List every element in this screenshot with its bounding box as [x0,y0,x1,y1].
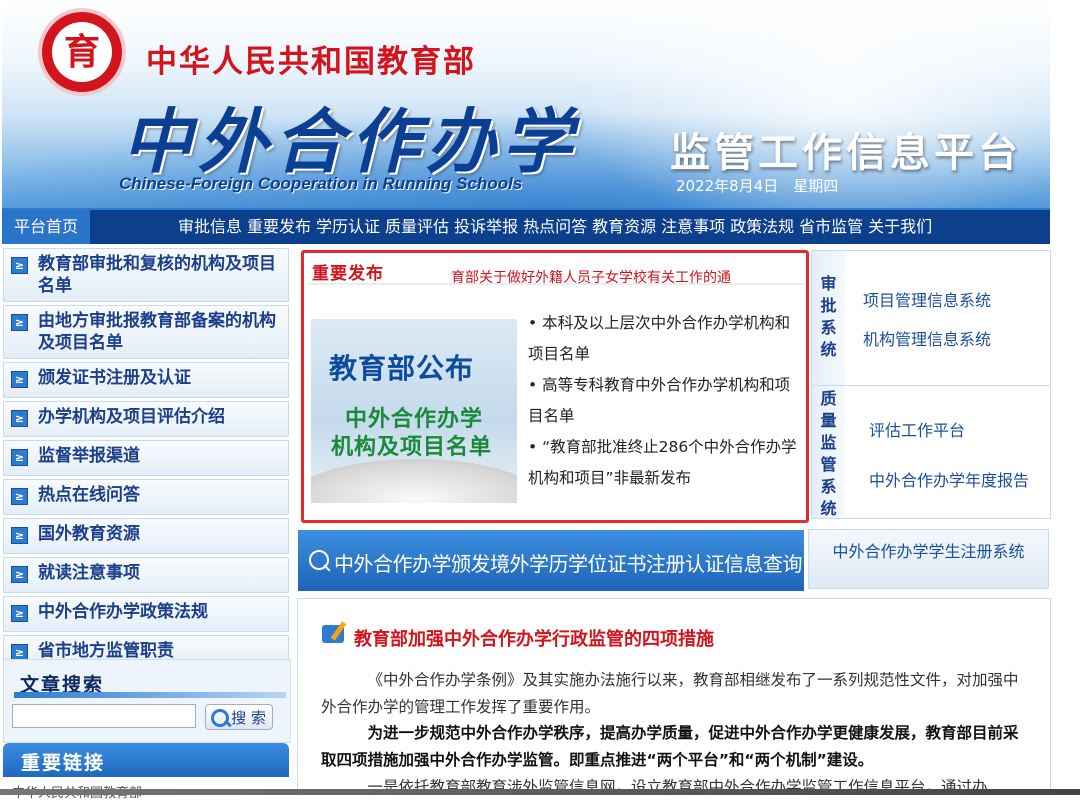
book-illustration [311,459,517,503]
approval-system-label: 审批系统 [812,251,845,385]
sidebar-item-certificate[interactable]: ≥ 颁发证书注册及认证 [3,362,289,398]
nav-item-policy[interactable]: 政策法规 [730,210,794,244]
release-marquee-link[interactable]: 育部关于做好外籍人员子女学校有关工作的通 [451,267,798,287]
sidebar-item-label: 监督举报渠道 [38,446,140,466]
sidebar-item-label: 就读注意事项 [38,563,140,583]
search-button[interactable]: 搜 索 [205,704,273,730]
important-links-header: 重要链接 [3,743,289,777]
arrow-bullet-icon: ≥ [11,410,28,427]
sidebar-item-label: 国外教育资源 [38,524,140,544]
important-release-panel: 重要发布 育部关于做好外籍人员子女学校有关工作的通 教育部公布 中外合作办学 机… [301,250,809,523]
article-search-panel: 文章搜索 搜 索 [3,659,291,743]
arrow-bullet-icon: ≥ [11,605,28,622]
sidebar-item-hot-qa[interactable]: ≥ 热点在线问答 [3,479,289,515]
sidebar-item-approved-list[interactable]: ≥ 教育部审批和复核的机构及项目名单 [3,248,289,302]
release-image-line1: 教育部公布 [329,352,475,385]
release-image-line3: 机构及项目名单 [331,435,493,460]
sidebar-item-label: 热点在线问答 [38,485,140,505]
arrow-bullet-icon: ≥ [11,566,28,583]
sidebar-item-label: 中外合作办学政策法规 [38,602,208,622]
platform-title: 监管工作信息平台 [670,130,1022,176]
sidebar-item-label: 由地方审批报教育部备案的机构及项目名单 [38,311,276,353]
ministry-name: 中华人民共和国教育部 [146,44,476,80]
nav-item-provincial[interactable]: 省市监管 [799,210,863,244]
sidebar-menu: ≥ 教育部审批和复核的机构及项目名单 ≥ 由地方审批报教育部备案的机构及项目名单… [3,248,289,674]
quality-system-label: 质量监管系统 [812,386,845,518]
release-banner-image[interactable]: 教育部公布 中外合作办学 机构及项目名单 [311,319,517,503]
nav-home[interactable]: 平台首页 [2,210,90,244]
important-links-title: 重要链接 [21,752,106,774]
arrow-bullet-icon: ≥ [11,371,28,388]
arrow-bullet-icon: ≥ [11,449,28,466]
sidebar-item-study-notes[interactable]: ≥ 就读注意事项 [3,557,289,593]
nav-item-certification[interactable]: 学历认证 [316,210,380,244]
article-paragraph: 一是依托教育部教育涉外监管信息网，设立教育部中外合作办学监管工作信息平台，通过办 [367,778,988,796]
article-paragraph-bold: 为进一步规范中外合作办学秩序，提高办学质量，促进中外合作办学更健康发展，教育部目… [321,724,1019,769]
nav-item-quality[interactable]: 质量评估 [385,210,449,244]
nav-item-approval[interactable]: 审批信息 [178,210,242,244]
ministry-emblem-icon[interactable]: 育 [42,12,122,92]
search-button-label: 搜 索 [231,709,266,727]
nav-item-about[interactable]: 关于我们 [868,210,932,244]
arrow-bullet-icon: ≥ [11,257,28,274]
approval-system-text: 审批系统 [820,274,837,359]
arrow-bullet-icon: ≥ [11,314,28,331]
nav-item-release[interactable]: 重要发布 [247,210,311,244]
release-link-vocational[interactable]: • 高等专科教育中外合作办学机构和项目名单 [528,370,804,432]
certificate-query-button[interactable]: 中外合作办学颁发境外学历学位证书注册认证信息查询 [298,530,804,591]
header-banner: 育 中华人民共和国教育部 中外合作办学 Chinese-Foreign Coop… [2,0,1050,208]
main-nav: 平台首页 审批信息 重要发布 学历认证 质量评估 投诉举报 热点问答 教育资源 … [2,208,1050,244]
student-registration-link[interactable]: 中外合作办学学生注册系统 [808,529,1049,589]
nav-item-notices[interactable]: 注意事项 [661,210,725,244]
sidebar-item-regulations[interactable]: ≥ 中外合作办学政策法规 [3,596,289,632]
sidebar-item-reporting[interactable]: ≥ 监督举报渠道 [3,440,289,476]
arrow-bullet-icon: ≥ [11,488,28,505]
quality-system-panel: 质量监管系统 评估工作平台 中外合作办学年度报告 [811,385,1051,519]
certificate-query-label: 中外合作办学颁发境外学历学位证书注册认证信息查询 [334,552,803,576]
featured-article: 教育部加强中外合作办学行政监管的四项措施 《中外合作办学条例》及其实施办法施行以… [297,598,1051,796]
sidebar-item-evaluation[interactable]: ≥ 办学机构及项目评估介绍 [3,401,289,437]
nav-items: 审批信息 重要发布 学历认证 质量评估 投诉举报 热点问答 教育资源 注意事项 … [178,210,932,244]
article-title[interactable]: 教育部加强中外合作办学行政监管的四项措施 [354,625,714,651]
annual-report-link[interactable]: 中外合作办学年度报告 [869,467,1029,491]
project-management-link[interactable]: 项目管理信息系统 [863,287,991,311]
institution-management-link[interactable]: 机构管理信息系统 [863,326,991,350]
sidebar-item-label: 办学机构及项目评估介绍 [38,407,225,427]
emblem-glyph: 育 [63,31,100,73]
article-paragraph: 《中外合作办学条例》及其实施办法施行以来，教育部相继发布了一系列规范性文件，对加… [321,671,1019,716]
sidebar-item-label: 颁发证书注册及认证 [38,368,191,388]
sidebar-item-foreign-resources[interactable]: ≥ 国外教育资源 [3,518,289,554]
search-input[interactable] [12,704,196,728]
article-search-divider [14,692,286,698]
release-tab[interactable]: 重要发布 [312,259,384,284]
site-title: 中外合作办学 [122,100,578,183]
release-list: • 本科及以上层次中外合作办学机构和项目名单 • 高等专科教育中外合作办学机构和… [528,308,804,494]
sidebar-item-local-filed-list[interactable]: ≥ 由地方审批报教育部备案的机构及项目名单 [3,305,289,359]
site-english-title: Chinese-Foreign Cooperation in Running S… [119,174,523,193]
approval-system-panel: 审批系统 项目管理信息系统 机构管理信息系统 [811,250,1051,386]
nav-item-faq[interactable]: 热点问答 [523,210,587,244]
release-link-terminated[interactable]: • “教育部批准终止286个中外合作办学机构和项目”非最新发布 [528,432,804,494]
quality-system-text: 质量监管系统 [820,389,837,518]
sidebar-item-label: 教育部审批和复核的机构及项目名单 [38,254,276,296]
current-date: 2022年8月4日 星期四 [676,177,839,195]
evaluation-platform-link[interactable]: 评估工作平台 [869,417,965,441]
nav-item-complaints[interactable]: 投诉举报 [454,210,518,244]
arrow-bullet-icon: ≥ [11,527,28,544]
nav-item-resources[interactable]: 教育资源 [592,210,656,244]
sidebar-item-label: 省市地方监管职责 [38,641,174,661]
window-bottom-edge [0,789,1080,795]
release-link-undergrad[interactable]: • 本科及以上层次中外合作办学机构和项目名单 [528,308,804,370]
